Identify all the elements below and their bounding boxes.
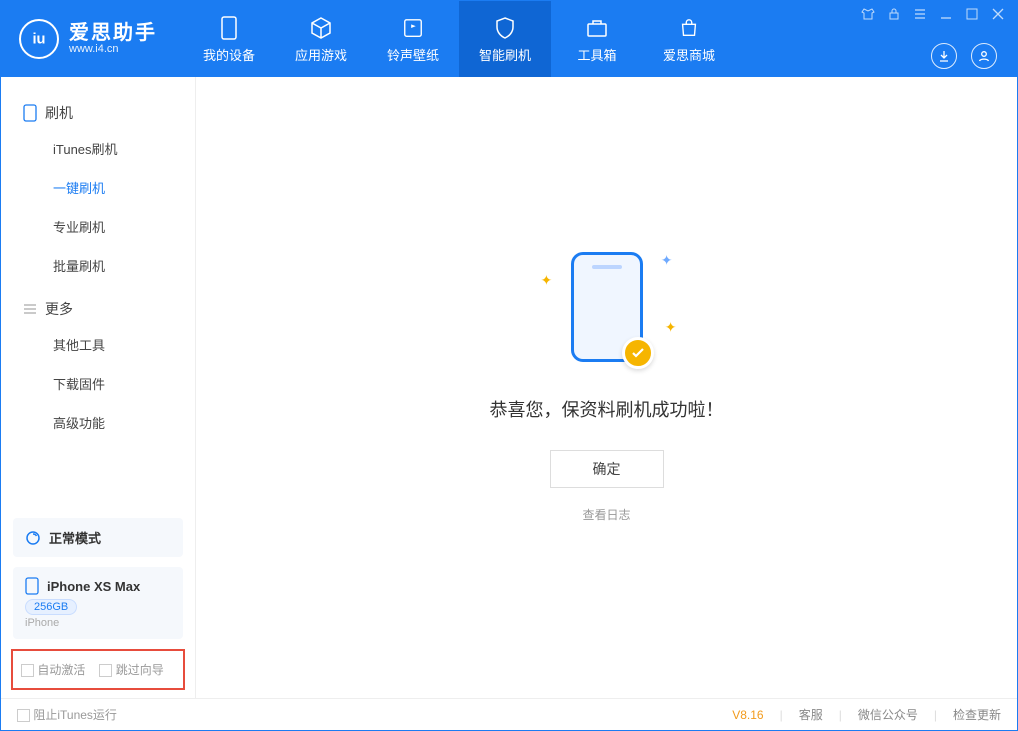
download-icon[interactable] bbox=[931, 43, 957, 69]
checkbox-auto-activate[interactable]: 自动激活 bbox=[21, 661, 85, 678]
titlebar-buttons bbox=[861, 7, 1005, 21]
version-label: V8.16 bbox=[732, 708, 763, 722]
storage-badge: 256GB bbox=[25, 599, 77, 615]
checkbox-label: 跳过向导 bbox=[116, 663, 164, 677]
nav-label: 应用游戏 bbox=[295, 45, 347, 64]
highlight-box: 自动激活 跳过向导 bbox=[11, 649, 185, 690]
checkbox-label: 自动激活 bbox=[37, 663, 85, 677]
footer-link-wechat[interactable]: 微信公众号 bbox=[858, 706, 918, 723]
logo-icon: iu bbox=[19, 19, 59, 59]
device-name: iPhone XS Max bbox=[47, 579, 140, 594]
shirt-icon[interactable] bbox=[861, 7, 875, 21]
shield-icon bbox=[492, 15, 518, 41]
app-url: www.i4.cn bbox=[69, 43, 157, 55]
phone-small-icon bbox=[25, 577, 39, 595]
footer: 阻止iTunes运行 V8.16 | 客服 | 微信公众号 | 检查更新 bbox=[1, 698, 1017, 730]
device-card[interactable]: iPhone XS Max 256GB iPhone bbox=[13, 567, 183, 639]
toolbox-icon bbox=[584, 15, 610, 41]
sparkle-icon: ✦ bbox=[665, 319, 677, 336]
logo: iu 爱思助手 www.i4.cn bbox=[1, 1, 175, 77]
list-icon bbox=[23, 302, 37, 316]
sidebar-item-advanced[interactable]: 高级功能 bbox=[1, 403, 195, 442]
sidebar-group-title: 更多 bbox=[1, 293, 195, 325]
app-name: 爱思助手 bbox=[69, 23, 157, 43]
sparkle-icon: ✦ bbox=[541, 272, 553, 289]
success-illustration: ✦ ✦ ✦ bbox=[571, 252, 643, 362]
sidebar-item-other-tools[interactable]: 其他工具 bbox=[1, 325, 195, 364]
nav-label: 爱思商城 bbox=[663, 45, 715, 64]
nav-store[interactable]: 爱思商城 bbox=[643, 1, 735, 77]
user-icon[interactable] bbox=[971, 43, 997, 69]
nav-apps[interactable]: 应用游戏 bbox=[275, 1, 367, 77]
mode-card[interactable]: 正常模式 bbox=[13, 518, 183, 557]
nav-toolbox[interactable]: 工具箱 bbox=[551, 1, 643, 77]
nav-ringtones[interactable]: 铃声壁纸 bbox=[367, 1, 459, 77]
top-nav: 我的设备 应用游戏 铃声壁纸 智能刷机 工具箱 爱思商城 bbox=[183, 1, 735, 77]
close-button[interactable] bbox=[991, 7, 1005, 21]
checkbox-label: 阻止iTunes运行 bbox=[33, 708, 117, 722]
phone-small-icon bbox=[23, 104, 37, 122]
sidebar-item-pro-flash[interactable]: 专业刷机 bbox=[1, 207, 195, 246]
sparkle-icon: ✦ bbox=[661, 252, 673, 269]
nav-my-device[interactable]: 我的设备 bbox=[183, 1, 275, 77]
maximize-button[interactable] bbox=[965, 7, 979, 21]
footer-link-support[interactable]: 客服 bbox=[799, 706, 823, 723]
checkbox-skip-guide[interactable]: 跳过向导 bbox=[99, 661, 163, 678]
svg-text:iu: iu bbox=[32, 32, 45, 48]
cube-icon bbox=[308, 15, 334, 41]
ok-button[interactable]: 确定 bbox=[550, 450, 664, 488]
group-title-text: 更多 bbox=[45, 299, 73, 319]
bag-icon bbox=[676, 15, 702, 41]
phone-icon bbox=[216, 15, 242, 41]
minimize-button[interactable] bbox=[939, 7, 953, 21]
nav-label: 工具箱 bbox=[577, 45, 616, 64]
sidebar-item-oneclick-flash[interactable]: 一键刷机 bbox=[1, 168, 195, 207]
header: iu 爱思助手 www.i4.cn 我的设备 应用游戏 铃声壁纸 智能刷机 工具… bbox=[1, 1, 1017, 77]
check-badge-icon bbox=[622, 337, 654, 369]
group-title-text: 刷机 bbox=[45, 103, 73, 123]
lock-icon[interactable] bbox=[887, 7, 901, 21]
nav-flash[interactable]: 智能刷机 bbox=[459, 1, 551, 77]
nav-label: 智能刷机 bbox=[479, 45, 531, 64]
view-log-link[interactable]: 查看日志 bbox=[582, 506, 630, 523]
sidebar-group-title: 刷机 bbox=[1, 97, 195, 129]
refresh-icon bbox=[25, 530, 41, 546]
footer-link-update[interactable]: 检查更新 bbox=[953, 706, 1001, 723]
sidebar-group-more: 更多 其他工具 下载固件 高级功能 bbox=[1, 293, 195, 442]
menu-icon[interactable] bbox=[913, 7, 927, 21]
checkbox-block-itunes[interactable]: 阻止iTunes运行 bbox=[17, 706, 117, 723]
mode-label: 正常模式 bbox=[49, 528, 101, 547]
header-right bbox=[931, 43, 997, 69]
sidebar-item-download-firmware[interactable]: 下载固件 bbox=[1, 364, 195, 403]
sidebar-item-batch-flash[interactable]: 批量刷机 bbox=[1, 246, 195, 285]
device-type: iPhone bbox=[25, 617, 171, 629]
music-icon bbox=[400, 15, 426, 41]
body: 刷机 iTunes刷机 一键刷机 专业刷机 批量刷机 更多 其他工具 下载固件 … bbox=[1, 77, 1017, 698]
nav-label: 铃声壁纸 bbox=[387, 45, 439, 64]
phone-illustration-icon bbox=[571, 252, 643, 362]
sidebar-item-itunes-flash[interactable]: iTunes刷机 bbox=[1, 129, 195, 168]
sidebar: 刷机 iTunes刷机 一键刷机 专业刷机 批量刷机 更多 其他工具 下载固件 … bbox=[1, 77, 196, 698]
sidebar-group-flash: 刷机 iTunes刷机 一键刷机 专业刷机 批量刷机 bbox=[1, 97, 195, 285]
main-content: ✦ ✦ ✦ 恭喜您，保资料刷机成功啦！ 确定 查看日志 bbox=[196, 77, 1017, 698]
success-message: 恭喜您，保资料刷机成功啦！ bbox=[490, 396, 724, 422]
nav-label: 我的设备 bbox=[203, 45, 255, 64]
